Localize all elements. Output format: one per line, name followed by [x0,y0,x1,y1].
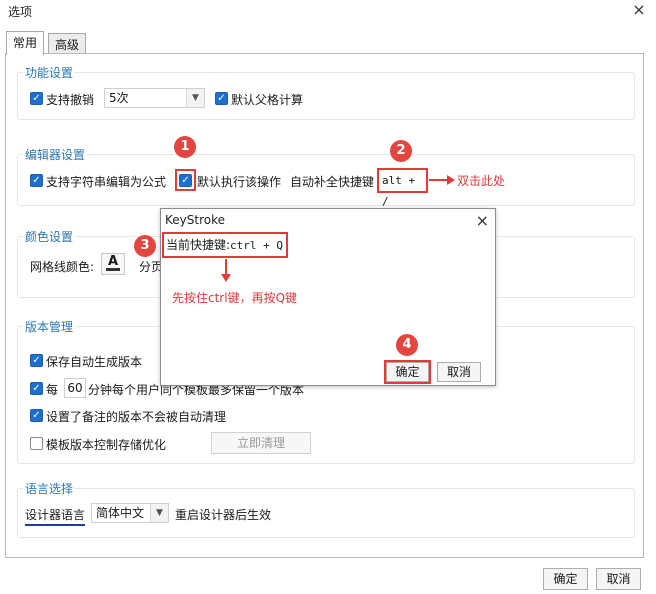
language-value: 简体中文 [96,506,145,520]
step-badge-3: 3 [134,235,156,257]
storage-opt-checkbox[interactable] [30,437,43,450]
clean-now-button[interactable]: 立即清理 [211,432,311,454]
cancel-button[interactable]: 取消 [596,568,641,590]
shortcut-field[interactable]: alt + / [377,168,428,208]
highlight-checkbox-box [175,169,196,191]
every-label: 每 [46,383,59,397]
language-select[interactable]: 简体中文 ▼ [91,503,169,523]
designer-language-label: 设计器语言 [25,506,86,526]
version-title: 版本管理 [23,318,76,335]
current-shortcut-box: 当前快捷键:ctrl + Q [162,232,288,258]
auto-version-label: 保存自动生成版本 [46,355,143,369]
undo-label: 支持撤销 [46,93,95,107]
undo-count-value: 5次 [109,91,129,105]
color-title: 颜色设置 [23,228,76,245]
editor-title: 编辑器设置 [23,146,88,163]
undo-checkbox[interactable]: ✓ [30,92,43,105]
chevron-down-icon: ▼ [186,89,204,107]
tab-common[interactable]: 常用 [6,31,45,55]
close-icon[interactable]: × [476,211,489,230]
undo-count-select[interactable]: 5次 ▼ [104,88,205,108]
step-badge-2: 2 [390,140,412,162]
noted-version-label: 设置了备注的版本不会被自动清理 [46,410,227,424]
grid-color-label: 网格线颜色: [30,260,95,274]
chevron-down-icon: ▼ [150,504,168,522]
language-title: 语言选择 [23,480,76,497]
keystroke-dialog-title: KeyStroke [165,213,225,227]
features-title: 功能设置 [23,64,76,81]
step-badge-4: 4 [396,334,418,356]
dialog-ok-button[interactable]: 确定 [386,362,429,382]
double-click-note: 双击此处 [457,174,506,188]
arrow-down-icon [221,259,231,282]
font-color-button[interactable]: A [101,253,125,275]
window-title: 选项 [8,5,33,19]
keep-version-checkbox[interactable]: ✓ [30,382,43,395]
close-icon[interactable]: × [630,2,648,20]
default-exec-label: 默认执行该操作 [197,175,282,189]
autocomplete-label: 自动补全快捷键 [290,175,375,189]
dialog-ok-highlight: 确定 [384,360,431,384]
dialog-cancel-button[interactable]: 取消 [437,362,481,382]
step-badge-1: 1 [174,136,196,158]
keystroke-dialog: KeyStroke × 当前快捷键:ctrl + Q 先按住ctrl键，再按Q键… [160,208,496,386]
instruction-note: 先按住ctrl键，再按Q键 [172,291,298,305]
string-formula-checkbox[interactable]: ✓ [30,174,43,187]
minutes-input[interactable]: 60 [64,378,86,398]
string-formula-label: 支持字符串编辑为公式 [46,175,167,189]
current-shortcut-label: 当前快捷键: [166,238,231,252]
default-parent-label: 默认父格计算 [231,93,304,107]
ok-button[interactable]: 确定 [543,568,588,590]
noted-version-checkbox[interactable]: ✓ [30,409,43,422]
current-shortcut-value: ctrl + Q [230,239,284,252]
default-parent-checkbox[interactable]: ✓ [215,92,228,105]
storage-opt-label: 模板版本控制存储优化 [46,438,167,452]
tab-advanced[interactable]: 高级 [48,33,87,54]
restart-note: 重启设计器后生效 [175,508,272,522]
font-color-icon: A [107,254,119,269]
auto-version-checkbox[interactable]: ✓ [30,354,43,367]
arrow-right-icon [429,175,455,185]
